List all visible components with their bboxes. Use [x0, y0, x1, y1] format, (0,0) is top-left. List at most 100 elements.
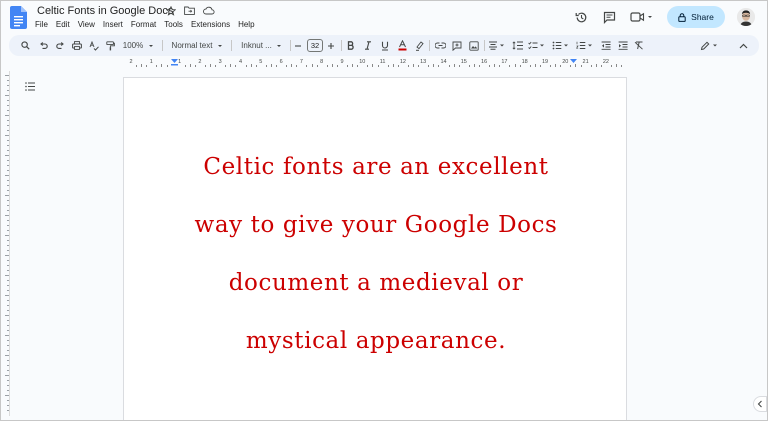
share-button[interactable]: Share: [667, 6, 725, 28]
ruler-tick: [7, 125, 9, 126]
increase-indent-icon[interactable]: [617, 38, 629, 53]
right-indent-marker[interactable]: [570, 59, 577, 66]
docs-logo-icon[interactable]: [10, 6, 27, 29]
ruler-tick: [489, 65, 491, 67]
ruler-number: 7: [299, 59, 303, 65]
ruler-tick: [7, 400, 9, 401]
undo-icon[interactable]: [37, 38, 49, 53]
menu-extensions[interactable]: Extensions: [187, 20, 234, 30]
ruler-tick: [5, 135, 9, 136]
link-icon[interactable]: [434, 38, 446, 53]
share-label: Share: [691, 12, 714, 22]
collapse-icon[interactable]: [737, 38, 749, 53]
chevron-down-icon: [149, 44, 154, 47]
decrease-indent-icon[interactable]: [600, 38, 612, 53]
paint-format-icon[interactable]: [104, 38, 116, 53]
document-line[interactable]: Celtic fonts are an excellent: [124, 138, 628, 196]
style-select[interactable]: Normal text: [169, 38, 227, 53]
numbered-list-icon[interactable]: [575, 38, 595, 53]
document-page[interactable]: Celtic fonts are an excellent way to giv…: [123, 77, 628, 420]
text-color-icon[interactable]: [396, 38, 408, 53]
italic-icon[interactable]: [362, 38, 374, 53]
menu-insert[interactable]: Insert: [99, 20, 127, 30]
history-icon[interactable]: [573, 9, 589, 25]
bold-icon[interactable]: [345, 38, 357, 53]
font-select[interactable]: Inknut ...: [237, 38, 287, 53]
chevron-down-icon: [218, 44, 223, 47]
menu-format[interactable]: Format: [127, 20, 160, 30]
decrease-font-size-button[interactable]: [293, 38, 303, 53]
document-title[interactable]: Celtic Fonts in Google Docs: [37, 5, 173, 17]
side-panel-toggle[interactable]: [753, 396, 767, 412]
ruler-tick: [7, 110, 9, 111]
ruler-tick: [7, 150, 9, 151]
highlight-icon[interactable]: [413, 38, 425, 53]
ruler-tick: [7, 330, 9, 331]
align-icon[interactable]: [487, 38, 507, 53]
bulleted-list-icon[interactable]: [551, 38, 571, 53]
editing-mode-icon[interactable]: [699, 38, 721, 53]
ruler-tick: [5, 75, 9, 76]
ruler-tick: [245, 65, 247, 67]
document-body[interactable]: Celtic fonts are an excellent way to giv…: [124, 138, 628, 370]
checklist-icon[interactable]: [527, 38, 547, 53]
avatar[interactable]: [737, 8, 755, 26]
add-comment-icon[interactable]: [451, 38, 463, 53]
spellcheck-icon[interactable]: [88, 38, 100, 53]
font-size-field[interactable]: 32: [306, 38, 324, 53]
menu-tools[interactable]: Tools: [160, 20, 187, 30]
vertical-ruler[interactable]: [3, 71, 10, 416]
ruler-tick: [7, 320, 9, 321]
comments-icon[interactable]: [601, 9, 617, 25]
ruler-tick: [397, 65, 399, 67]
ruler-tick: [7, 340, 9, 341]
menu-file[interactable]: File: [35, 20, 52, 30]
header-actions: Share: [573, 6, 755, 28]
menu-view[interactable]: View: [74, 20, 99, 30]
ruler-tick: [7, 310, 9, 311]
ruler-tick: [141, 64, 143, 67]
menu-help[interactable]: Help: [234, 20, 258, 30]
title-bar: Celtic Fonts in Google Docs File Edit Vi…: [1, 1, 767, 35]
zoom-select[interactable]: 100%: [122, 38, 156, 53]
style-value: Normal text: [171, 41, 213, 50]
print-icon[interactable]: [71, 38, 83, 53]
line-spacing-icon[interactable]: [510, 38, 524, 53]
clear-formatting-icon[interactable]: [633, 38, 645, 53]
ruler-number: 13: [420, 59, 427, 65]
ruler-tick: [7, 105, 9, 106]
ruler-number: 16: [481, 59, 488, 65]
document-outline-icon[interactable]: [25, 82, 35, 91]
ruler-tick: [7, 185, 9, 186]
star-icon[interactable]: [164, 4, 177, 17]
ruler-tick: [7, 325, 9, 326]
underline-icon[interactable]: [379, 38, 391, 53]
meet-icon[interactable]: [629, 9, 655, 25]
redo-icon[interactable]: [54, 38, 66, 53]
cloud-status-icon[interactable]: [202, 4, 215, 17]
increase-font-size-button[interactable]: [326, 38, 336, 53]
menu-edit[interactable]: Edit: [52, 20, 74, 30]
ruler-tick: [7, 225, 9, 226]
document-line[interactable]: mystical appearance.: [124, 312, 628, 370]
document-line[interactable]: document a medieval or: [124, 254, 628, 312]
ruler-tick: [428, 65, 430, 67]
left-indent-marker[interactable]: [171, 59, 178, 66]
ruler-tick: [407, 65, 409, 67]
ruler-tick: [468, 65, 470, 67]
title-icons: [164, 4, 215, 17]
ruler-number: 10: [359, 59, 366, 65]
ruler-tick: [250, 64, 252, 67]
insert-image-icon[interactable]: [468, 38, 480, 53]
ruler-tick: [7, 265, 9, 266]
move-to-folder-icon[interactable]: [183, 4, 196, 17]
document-line[interactable]: way to give your Google Docs: [124, 196, 628, 254]
horizontal-ruler[interactable]: 2 1 1 2 3 4 5 6 7 8 9 10 11 12 13 14 15 16 17 18 19 20 21 22: [123, 58, 627, 69]
ruler-tick: [5, 375, 9, 376]
ruler-tick: [184, 65, 186, 67]
search-icon[interactable]: [19, 38, 31, 53]
ruler-number: 4: [238, 59, 243, 65]
ruler-tick: [580, 65, 582, 67]
ruler-number: 18: [521, 59, 528, 65]
ruler-tick: [473, 64, 475, 67]
